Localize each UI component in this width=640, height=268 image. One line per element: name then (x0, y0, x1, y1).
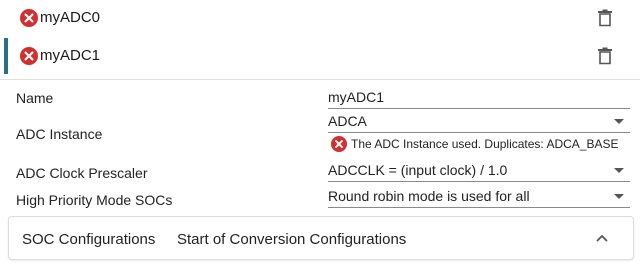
adc-instance-select[interactable]: ADCA (328, 111, 630, 133)
clock-prescaler-value: ADCCLK = (input clock) / 1.0 (328, 162, 508, 178)
priority-mode-select[interactable]: Round robin mode is used for all (328, 186, 630, 208)
error-icon (20, 9, 38, 27)
instance-row-myadc1[interactable]: myADC1 (0, 38, 640, 74)
name-field[interactable]: myADC1 (328, 87, 630, 109)
selection-indicator (4, 38, 8, 74)
trash-icon[interactable] (597, 9, 613, 27)
dropdown-arrow-icon (614, 168, 624, 173)
name-label: Name (16, 90, 54, 106)
chevron-up-icon[interactable] (595, 231, 609, 245)
trash-icon[interactable] (597, 47, 613, 65)
section-divider (0, 79, 640, 80)
error-message: The ADC Instance used. Duplicates: ADCA_… (351, 137, 619, 151)
instance-list: myADC0 myADC1 (0, 0, 640, 78)
error-icon (20, 47, 38, 65)
dropdown-arrow-icon (614, 194, 624, 199)
instance-name: myADC0 (40, 9, 101, 26)
instance-name: myADC1 (40, 47, 101, 64)
priority-mode-value: Round robin mode is used for all (328, 188, 530, 204)
error-icon (331, 136, 347, 152)
soc-section-subtitle: Start of Conversion Configurations (177, 231, 407, 248)
soc-configurations-panel[interactable]: SOC Configurations Start of Conversion C… (8, 216, 634, 260)
priority-mode-label: High Priority Mode SOCs (16, 192, 173, 208)
adc-instance-label: ADC Instance (16, 126, 103, 142)
soc-section-title: SOC Configurations (22, 231, 156, 248)
dropdown-arrow-icon (614, 119, 624, 124)
clock-prescaler-label: ADC Clock Prescaler (16, 165, 148, 181)
name-value: myADC1 (328, 89, 385, 105)
adc-instance-value: ADCA (328, 113, 367, 129)
instance-row-myadc0[interactable]: myADC0 (0, 0, 640, 36)
clock-prescaler-select[interactable]: ADCCLK = (input clock) / 1.0 (328, 160, 630, 182)
